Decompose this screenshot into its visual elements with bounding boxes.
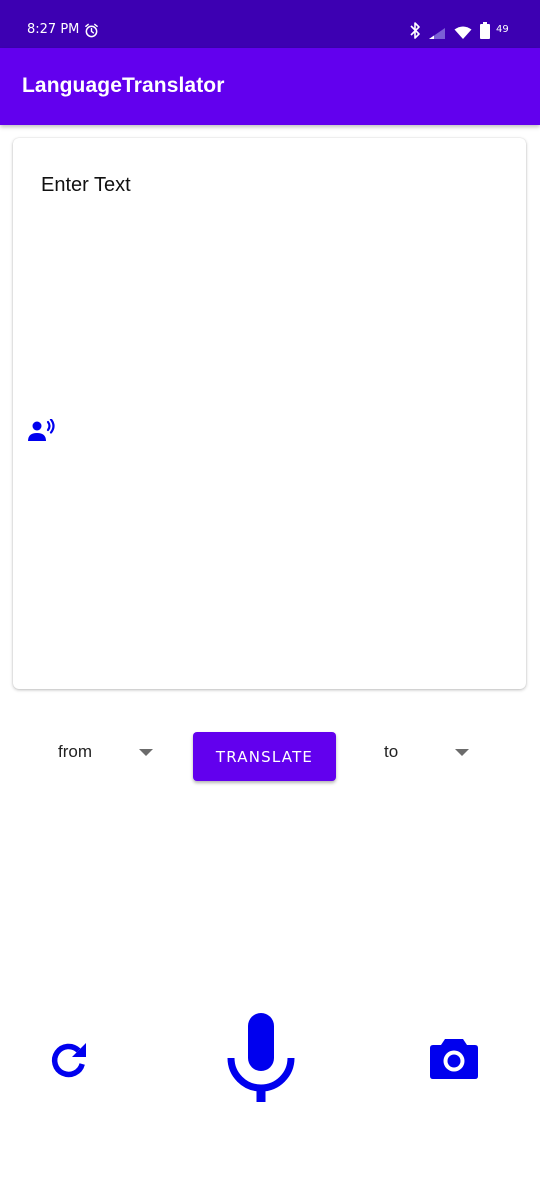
chevron-down-icon (455, 749, 469, 756)
alarm-icon (84, 23, 99, 42)
app-bar: LanguageTranslator (0, 48, 540, 125)
camera-icon[interactable] (429, 1036, 479, 1084)
app-title: LanguageTranslator (22, 74, 225, 97)
chevron-down-icon (139, 749, 153, 756)
battery-icon (480, 22, 490, 43)
wifi-icon (454, 25, 472, 44)
to-label: to (384, 742, 399, 761)
input-card (13, 138, 526, 689)
from-language-select[interactable]: from (58, 735, 158, 769)
speak-text-icon[interactable] (28, 418, 56, 447)
from-label: from (58, 742, 92, 761)
bluetooth-icon (409, 21, 421, 44)
cell-signal-icon (428, 25, 446, 44)
battery-level: 49 (496, 24, 509, 35)
status-bar: 8:27 PM 49 (0, 0, 540, 48)
text-input[interactable] (41, 174, 501, 197)
status-time: 8:27 PM (27, 22, 80, 37)
refresh-icon[interactable] (48, 1039, 90, 1085)
microphone-icon[interactable] (226, 1013, 296, 1107)
to-language-select[interactable]: to (384, 735, 474, 769)
translate-button[interactable]: TRANSLATE (193, 732, 336, 781)
